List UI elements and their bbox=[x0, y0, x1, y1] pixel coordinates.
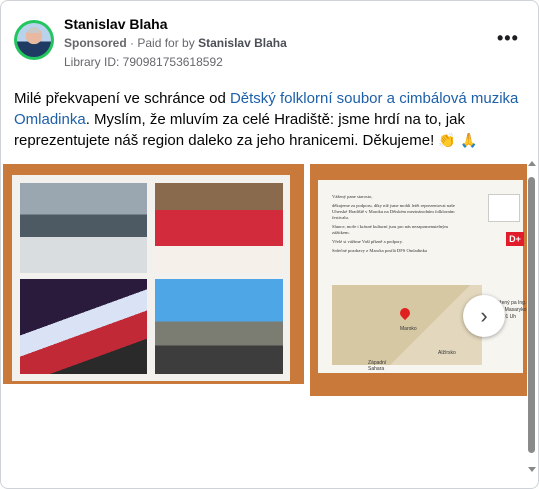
post-text-part-1: Milé překvapení ve schránce od bbox=[14, 90, 230, 107]
page-name[interactable]: Stanislav Blaha bbox=[64, 16, 168, 32]
scroll-down-arrow-icon[interactable] bbox=[528, 467, 536, 472]
paid-by-name[interactable]: Stanislav Blaha bbox=[198, 36, 287, 50]
scrollbar-thumb[interactable] bbox=[528, 177, 535, 453]
postcard: Vážený pane starosto, děkujeme za podpor… bbox=[318, 180, 526, 373]
more-dots-icon[interactable]: ••• bbox=[497, 29, 519, 47]
carousel-next-button[interactable]: › bbox=[463, 295, 505, 337]
photo-group-airport bbox=[20, 183, 147, 273]
photo-czech-flag bbox=[20, 279, 147, 374]
map-label-maroko: Maroko bbox=[400, 326, 417, 332]
postcard-line-5: Srdečné pozdravy z Maroka posílá DFS Oml… bbox=[332, 248, 427, 253]
clapping-hands-icon: 👏 bbox=[438, 132, 456, 148]
photo-group-outdoors bbox=[155, 279, 283, 374]
folded-hands-icon: 🙏 bbox=[460, 132, 478, 148]
postage-stamp bbox=[488, 194, 520, 222]
carousel-image-collage[interactable] bbox=[3, 164, 304, 384]
postcard-message: Vážený pane starosto, děkujeme za podpor… bbox=[332, 194, 462, 254]
postcard-line-4: Vřelé si vážíme Vaší přízně a podpory. bbox=[332, 239, 403, 244]
postcard-line-1: Vážený pane starosto, bbox=[332, 194, 373, 199]
map-image bbox=[332, 285, 482, 365]
scroll-up-arrow-icon[interactable] bbox=[528, 161, 536, 166]
postcard-line-3: Slunce, moře i krásné kulturní jsou pro … bbox=[332, 224, 448, 235]
post-text: Milé překvapení ve schránce od Dětský fo… bbox=[14, 88, 529, 151]
paid-for-label: Paid for by bbox=[137, 36, 195, 50]
image-carousel[interactable]: Vážený pane starosto, děkujeme za podpor… bbox=[1, 164, 527, 396]
stamp-label: D+ bbox=[506, 232, 524, 246]
map-label-alzirsko: Alžírsko bbox=[438, 350, 456, 356]
photo-collage bbox=[12, 175, 290, 381]
carousel-image-postcard[interactable]: Vážený pane starosto, děkujeme za podpor… bbox=[310, 164, 527, 396]
photo-folk-costumes bbox=[155, 183, 283, 273]
profile-photo bbox=[17, 23, 51, 57]
separator-dot: · bbox=[130, 36, 135, 50]
sponsored-label: Sponsored bbox=[64, 36, 127, 50]
postcard-line-2: děkujeme za podporu, díky níž jsme mohli… bbox=[332, 203, 455, 220]
avatar[interactable] bbox=[14, 20, 54, 60]
library-id: Library ID: 790981753618592 bbox=[64, 55, 223, 69]
ad-post-card: Stanislav Blaha Sponsored · Paid for by … bbox=[0, 0, 539, 489]
sponsored-line: Sponsored · Paid for by Stanislav Blaha bbox=[64, 36, 287, 50]
map-label-sahara: Západní Sahara bbox=[368, 360, 387, 372]
chevron-right-icon: › bbox=[480, 303, 488, 328]
